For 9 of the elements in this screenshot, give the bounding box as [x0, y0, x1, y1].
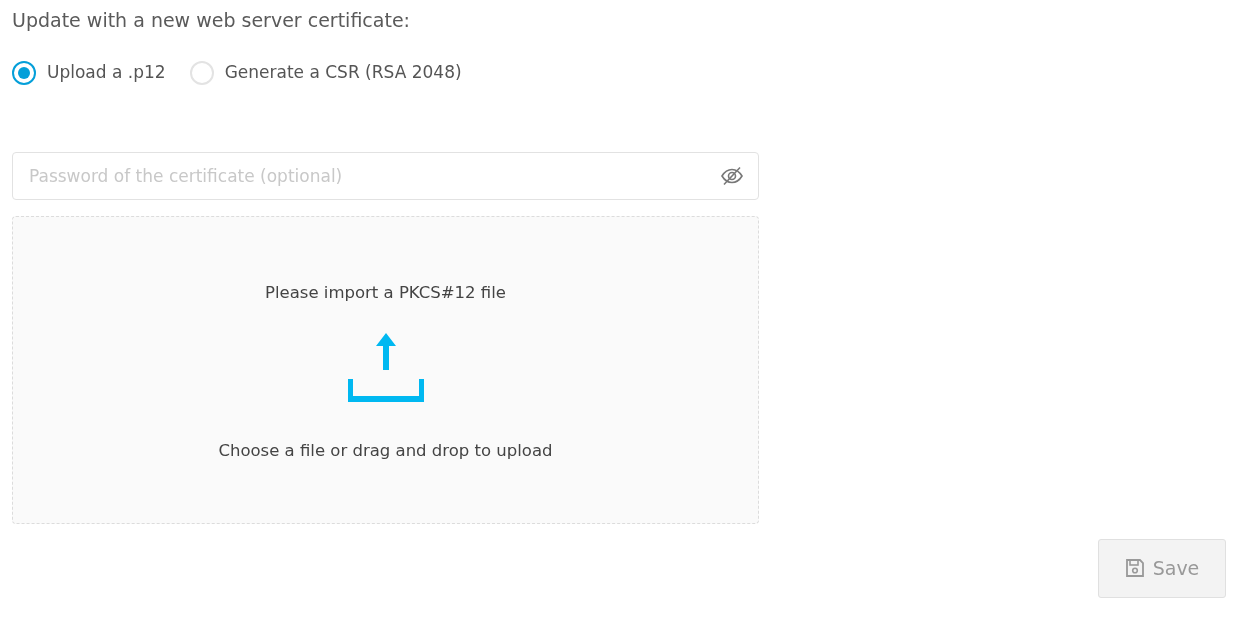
radio-option[interactable]: Upload a .p12	[12, 60, 166, 86]
radio-option[interactable]: Generate a CSR (RSA 2048)	[189, 60, 462, 86]
dropzone-prompt: Please import a PKCS#12 file	[265, 281, 506, 304]
section-heading: Update with a new web server certificate:	[12, 8, 411, 33]
dropzone-hint: Choose a file or drag and drop to upload	[218, 440, 553, 463]
file-dropzone[interactable]: Please import a PKCS#12 file Choose a file or drag and drop to upload	[12, 215, 759, 524]
upload-icon	[347, 333, 424, 404]
hide-password-icon[interactable]	[721, 165, 743, 186]
radio-button[interactable]	[12, 60, 36, 85]
